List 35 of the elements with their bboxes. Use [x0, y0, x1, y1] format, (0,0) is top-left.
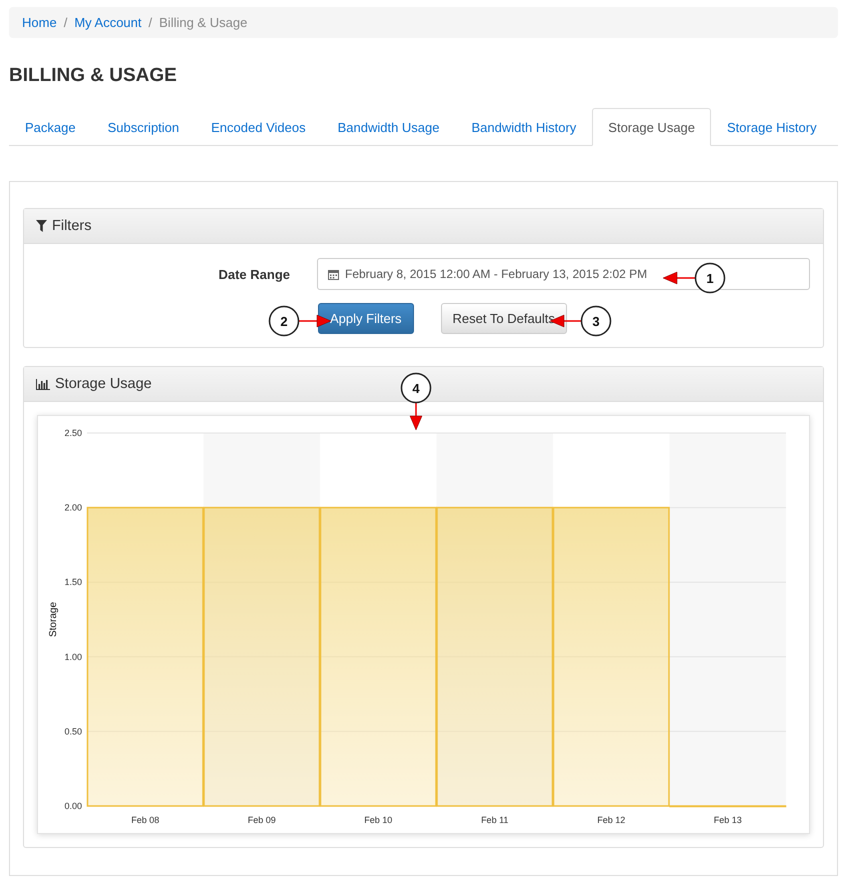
breadcrumb-link[interactable]: My Account — [74, 15, 142, 30]
tab[interactable]: Subscription — [92, 108, 196, 146]
tab[interactable]: Package — [9, 108, 92, 146]
x-tick-label: Feb 08 — [131, 815, 160, 825]
breadcrumb-link[interactable]: Home — [22, 15, 57, 30]
x-tick-label: Feb 09 — [248, 815, 276, 825]
tab[interactable]: Bandwidth Usage — [322, 108, 456, 146]
filter-icon — [36, 220, 47, 232]
apply-filters-button[interactable]: Apply Filters — [318, 303, 414, 334]
breadcrumb-separator: / — [148, 15, 152, 30]
x-tick-label: Feb 13 — [714, 815, 742, 825]
tab[interactable]: Bandwidth History — [456, 108, 592, 146]
bar-chart-icon — [36, 378, 50, 390]
x-tick-label: Feb 11 — [481, 815, 508, 825]
y-axis-label: Storage — [48, 602, 59, 638]
y-tick-label: 0.00 — [64, 801, 82, 811]
tab[interactable]: Storage Usage — [592, 108, 712, 146]
x-tick-label: Feb 12 — [597, 815, 626, 825]
x-tick-label: Feb 10 — [364, 815, 392, 825]
y-tick-label: 0.50 — [64, 726, 82, 736]
date-range-value: February 8, 2015 12:00 AM - February 13, 2015 2:02 PM — [345, 267, 648, 281]
y-tick-label: 1.50 — [64, 577, 82, 588]
panel-title: Storage Usage — [55, 376, 152, 392]
y-tick-label: 1.00 — [64, 652, 82, 662]
breadcrumb-separator: / — [64, 15, 68, 30]
panel-title: Filters — [52, 218, 92, 234]
tab[interactable]: Storage History — [711, 108, 833, 146]
y-tick-label: 2.50 — [64, 428, 82, 438]
page-title: BILLING & USAGE — [9, 65, 178, 87]
breadcrumb-current: Billing & Usage — [159, 15, 248, 30]
calendar-icon — [328, 268, 339, 280]
reset-button[interactable]: Reset To Defaults — [440, 303, 567, 334]
field-label: Date Range — [217, 266, 291, 282]
y-tick-label: 2.00 — [64, 502, 82, 513]
tab[interactable]: Encoded Videos — [195, 108, 322, 146]
